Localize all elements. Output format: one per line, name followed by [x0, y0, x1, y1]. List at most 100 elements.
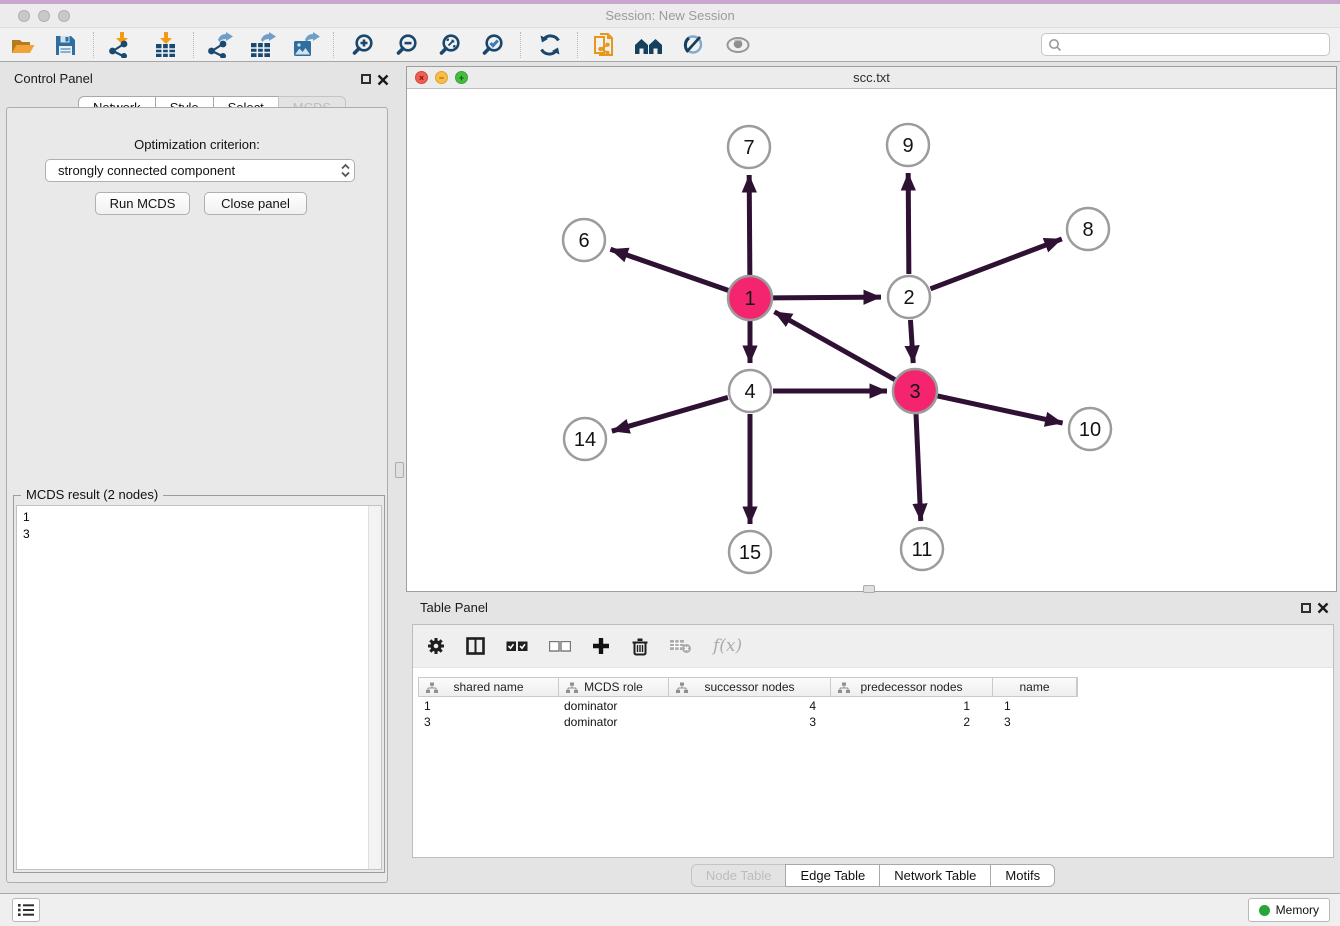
zoom-window-button[interactable]: [58, 10, 70, 22]
save-session-button[interactable]: [48, 30, 82, 60]
column-header-predecessor-nodes[interactable]: predecessor nodes: [831, 678, 993, 696]
table-cell[interactable]: 2: [830, 714, 992, 730]
zoom-in-button[interactable]: [346, 30, 380, 60]
function-builder-button[interactable]: f(x): [713, 636, 742, 656]
graph-edge-2-8[interactable]: [931, 239, 1062, 289]
table-row[interactable]: 3dominator323: [418, 714, 1076, 730]
graph-edge-2-9[interactable]: [908, 173, 909, 274]
graph-node-14[interactable]: 14: [564, 418, 606, 460]
memory-button[interactable]: Memory: [1248, 898, 1330, 922]
column-header-successor-nodes[interactable]: successor nodes: [669, 678, 831, 696]
tab-edge-table[interactable]: Edge Table: [785, 864, 880, 887]
table-cell[interactable]: 1: [418, 698, 558, 714]
run-mcds-button[interactable]: Run MCDS: [95, 192, 190, 215]
search-input[interactable]: [1041, 33, 1330, 56]
graph-node-9[interactable]: 9: [887, 124, 929, 166]
graph-edge-3-10[interactable]: [937, 396, 1062, 423]
network-close-button[interactable]: ×: [415, 71, 428, 84]
table-cell[interactable]: dominator: [558, 714, 668, 730]
graph-edge-1-7[interactable]: [749, 175, 750, 275]
network-window-titlebar[interactable]: × − + scc.txt: [407, 67, 1336, 89]
graph-node-11[interactable]: 11: [901, 528, 943, 570]
toolbar-separator: [333, 32, 334, 58]
graph-node-10[interactable]: 10: [1069, 408, 1111, 450]
import-table-button[interactable]: [149, 30, 183, 60]
table-cell[interactable]: dominator: [558, 698, 668, 714]
graph-edge-4-14[interactable]: [612, 397, 728, 431]
delete-row-button[interactable]: [631, 637, 649, 656]
table-cell[interactable]: 3: [418, 714, 558, 730]
table-settings-button[interactable]: [427, 637, 445, 655]
result-scrollbar[interactable]: [368, 506, 381, 869]
close-panel-button[interactable]: Close panel: [204, 192, 307, 215]
home-button[interactable]: [632, 30, 666, 60]
graph-edge-2-3[interactable]: [910, 320, 913, 363]
zoom-fit-button[interactable]: [433, 30, 467, 60]
tab-network-table[interactable]: Network Table: [879, 864, 991, 887]
table-cell[interactable]: 4: [668, 698, 830, 714]
graph-edge-3-11[interactable]: [916, 414, 921, 521]
table-panel-close-button[interactable]: [1317, 602, 1329, 614]
graph-edge-1-2[interactable]: [773, 297, 881, 298]
vertical-splitter-grip[interactable]: [395, 462, 404, 478]
refresh-button[interactable]: [533, 30, 567, 60]
optimization-criterion-select[interactable]: strongly connected component: [45, 159, 355, 182]
control-panel-float-button[interactable]: [361, 74, 371, 84]
minimize-window-button[interactable]: [38, 10, 50, 22]
control-panel-close-button[interactable]: [377, 74, 389, 86]
titlebar[interactable]: Session: New Session: [0, 4, 1340, 27]
export-network-button[interactable]: [202, 30, 236, 60]
column-header-name[interactable]: name: [993, 678, 1077, 696]
export-table-button[interactable]: [245, 30, 279, 60]
deselect-all-button[interactable]: [549, 641, 571, 652]
table-cell[interactable]: 3: [992, 714, 1076, 730]
add-row-button[interactable]: [592, 637, 610, 655]
zoom-in-icon: [351, 33, 375, 57]
toolbar-separator: [193, 32, 194, 58]
graph-node-1[interactable]: 1: [728, 276, 772, 320]
tab-node-table[interactable]: Node Table: [691, 864, 787, 887]
graph-node-15[interactable]: 15: [729, 531, 771, 573]
open-session-button[interactable]: [6, 30, 40, 60]
column-header-MCDS-role[interactable]: MCDS role: [559, 678, 669, 696]
column-header-shared-name[interactable]: shared name: [419, 678, 559, 696]
memory-status-icon: [1259, 905, 1270, 916]
close-window-button[interactable]: [18, 10, 30, 22]
table-cell[interactable]: 1: [992, 698, 1076, 714]
task-history-button[interactable]: [12, 898, 40, 922]
show-columns-button[interactable]: [466, 637, 485, 655]
eye-button[interactable]: [721, 30, 755, 60]
table-panel-float-button[interactable]: [1301, 603, 1311, 613]
graph-node-2[interactable]: 2: [888, 276, 930, 318]
table-rows: 1dominator4113dominator323: [418, 698, 1076, 730]
graph-node-8[interactable]: 8: [1067, 208, 1109, 250]
graph-node-6[interactable]: 6: [563, 219, 605, 261]
graph-node-4[interactable]: 4: [729, 370, 771, 412]
network-zoom-button[interactable]: +: [455, 71, 468, 84]
graph-edge-3-1[interactable]: [774, 312, 895, 380]
clone-network-button[interactable]: [588, 30, 622, 60]
attribute-icon: [566, 682, 578, 694]
table-cell[interactable]: 1: [830, 698, 992, 714]
select-all-button[interactable]: [506, 641, 528, 652]
horizontal-splitter-grip[interactable]: [863, 585, 875, 593]
table-row[interactable]: 1dominator411: [418, 698, 1076, 714]
network-canvas[interactable]: 7 9 6 8 1 2 4 3 14 10 15 11: [407, 89, 1336, 592]
style-button[interactable]: [676, 30, 710, 60]
import-table-icon: [153, 32, 179, 58]
zoom-selected-icon: [481, 33, 505, 57]
table-cell[interactable]: 3: [668, 714, 830, 730]
graph-edge-1-6[interactable]: [610, 249, 728, 290]
graph-node-7[interactable]: 7: [728, 126, 770, 168]
window-controls[interactable]: [18, 10, 70, 22]
zoom-out-button[interactable]: [390, 30, 424, 60]
network-minimize-button[interactable]: −: [435, 71, 448, 84]
graph-node-3[interactable]: 3: [893, 369, 937, 413]
mcds-result-text[interactable]: 13: [16, 505, 382, 870]
import-network-button[interactable]: [103, 30, 137, 60]
tab-motifs[interactable]: Motifs: [990, 864, 1055, 887]
export-image-button[interactable]: [289, 30, 323, 60]
delete-table-button[interactable]: [670, 639, 692, 654]
zoom-selected-button[interactable]: [476, 30, 510, 60]
table-toolbar: f(x): [413, 625, 1333, 668]
